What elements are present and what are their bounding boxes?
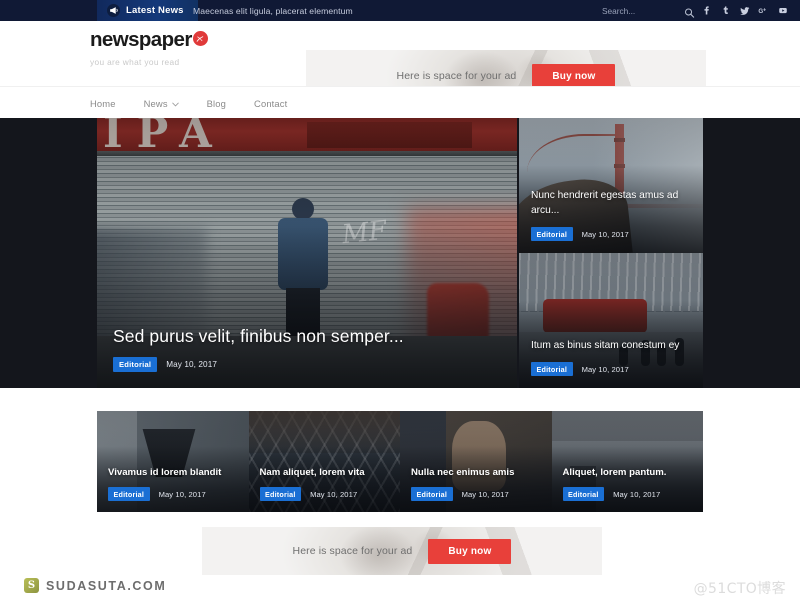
latest-news-text: Latest News [126, 5, 184, 16]
search-field-wrapper[interactable] [592, 0, 697, 21]
article-card-caption-1: Vivamus id lorem blandit Editorial May 1… [108, 467, 241, 501]
nav-label-contact: Contact [254, 97, 288, 109]
category-badge[interactable]: Editorial [108, 487, 150, 501]
article-card-meta-4: Editorial May 10, 2017 [562, 487, 696, 501]
chevron-down-icon [171, 98, 179, 109]
top-bar-right: G+ [592, 0, 800, 21]
buy-now-button-bottom[interactable]: Buy now [428, 538, 512, 564]
site-logo[interactable]: newspaper you are what you read [90, 28, 208, 67]
nav-label-news: News [143, 97, 168, 109]
article-card-2[interactable]: Nam aliquet, lorem vita Editorial May 10… [248, 411, 400, 512]
buy-now-button-top[interactable]: Buy now [532, 63, 616, 89]
watermark-right-text: @51CTO博客 [693, 581, 786, 597]
logo-mark-icon [192, 31, 208, 46]
article-card-title-3[interactable]: Nulla nec enimus amis [411, 467, 544, 479]
search-input[interactable] [592, 0, 697, 21]
hero-section: IPA MF Px Sed purus velit, finibus non s… [0, 118, 800, 388]
nav-item-contact[interactable]: Contact [254, 98, 301, 109]
ad-text: Here is space for your ad [396, 70, 517, 82]
hero-side-article-1[interactable]: Nunc hendrerit egestas amus ad arcu... E… [519, 118, 703, 253]
google-plus-icon[interactable]: G + [754, 0, 773, 21]
youtube-icon[interactable] [773, 0, 792, 21]
publish-date: May 10, 2017 [310, 489, 358, 499]
article-card-grid: Vivamus id lorem blandit Editorial May 1… [97, 411, 703, 512]
hero-title[interactable]: Sed purus velit, finibus non semper... [113, 326, 503, 347]
top-bar: Latest News Maecenas elit ligula, placer… [0, 0, 800, 21]
hero-side-caption-2: Itum as binus sitam conestum ey Editoria… [531, 339, 693, 376]
news-ticker-text[interactable]: Maecenas elit ligula, placerat elementum [193, 0, 353, 21]
svg-text:+: + [763, 8, 766, 14]
article-card-3[interactable]: Nulla nec enimus amis Editorial May 10, … [400, 411, 552, 512]
publish-date: May 10, 2017 [166, 360, 218, 369]
search-icon[interactable] [684, 5, 695, 18]
category-badge[interactable]: Editorial [411, 487, 453, 501]
publish-date: May 10, 2017 [461, 489, 509, 499]
watermark-left: S SUDASUTA.COM [24, 578, 166, 593]
category-badge[interactable]: Editorial [113, 357, 158, 372]
article-card-title-4[interactable]: Aliquet, lorem pantum. [563, 467, 696, 479]
hero-side-column: Nunc hendrerit egestas amus ad arcu... E… [519, 118, 703, 388]
logo-wordmark: newspaper [90, 28, 192, 51]
bottom-ad-banner[interactable]: Here is space for your ad Buy now [202, 527, 602, 575]
article-card-meta-3: Editorial May 10, 2017 [411, 487, 544, 501]
facebook-icon[interactable] [697, 0, 716, 21]
social-links: G + [697, 0, 800, 21]
publish-date: May 10, 2017 [613, 489, 661, 499]
hero-side-article-2[interactable]: Itum as binus sitam conestum ey Editoria… [519, 253, 703, 388]
logo-tagline: you are what you read [90, 56, 180, 67]
article-card-caption-4: Aliquet, lorem pantum. Editorial May 10,… [562, 467, 696, 501]
tumblr-icon[interactable] [716, 0, 735, 21]
nav-items: Home News Blog Contact [90, 87, 315, 119]
publish-date: May 10, 2017 [581, 364, 629, 374]
article-card-caption-3: Nulla nec enimus amis Editorial May 10, … [411, 467, 544, 501]
article-card-title-2[interactable]: Nam aliquet, lorem vita [260, 467, 393, 479]
hero-meta: Editorial May 10, 2017 [113, 357, 503, 372]
article-card-title-1[interactable]: Vivamus id lorem blandit [108, 467, 241, 479]
nav-label-blog: Blog [206, 97, 227, 109]
nav-item-blog[interactable]: Blog [207, 98, 240, 109]
page-root: Latest News Maecenas elit ligula, placer… [0, 0, 800, 607]
category-badge[interactable]: Editorial [259, 487, 302, 501]
megaphone-icon [107, 4, 120, 17]
latest-news-label-block[interactable]: Latest News [97, 0, 198, 21]
article-card-caption-2: Nam aliquet, lorem vita Editorial May 10… [259, 467, 393, 501]
hero-side-meta-1: Editorial May 10, 2017 [531, 227, 693, 241]
category-badge[interactable]: Editorial [562, 487, 605, 501]
sudasuta-logo-icon: S [24, 578, 39, 593]
article-card-4[interactable]: Aliquet, lorem pantum. Editorial May 10,… [551, 411, 703, 512]
hero-side-meta-2: Editorial May 10, 2017 [531, 362, 693, 376]
hero-caption: Sed purus velit, finibus non semper... E… [113, 326, 503, 372]
hero-featured-article[interactable]: IPA MF Px Sed purus velit, finibus non s… [97, 118, 517, 388]
watermark-left-text: SUDASUTA.COM [46, 578, 167, 593]
nav-label-home: Home [90, 97, 116, 109]
article-card-1[interactable]: Vivamus id lorem blandit Editorial May 1… [97, 411, 249, 512]
publish-date: May 10, 2017 [581, 229, 629, 239]
article-card-meta-1: Editorial May 10, 2017 [108, 487, 241, 501]
category-badge[interactable]: Editorial [531, 227, 573, 241]
ad-text: Here is space for your ad [292, 545, 413, 557]
ad-content: Here is space for your ad Buy now [202, 527, 602, 575]
nav-item-news[interactable]: News [144, 98, 193, 109]
logo-row: newspaper [90, 28, 208, 51]
twitter-icon[interactable] [735, 0, 754, 21]
article-card-meta-2: Editorial May 10, 2017 [259, 487, 393, 501]
main-navigation: Home News Blog Contact [0, 86, 800, 120]
publish-date: May 10, 2017 [158, 489, 206, 499]
nav-item-home[interactable]: Home [90, 98, 130, 109]
site-header: newspaper you are what you read Here is … [0, 21, 800, 102]
hero-side-title-2[interactable]: Itum as binus sitam conestum ey [531, 339, 693, 354]
category-badge[interactable]: Editorial [531, 362, 573, 376]
hero-side-caption-1: Nunc hendrerit egestas amus ad arcu... E… [531, 189, 693, 241]
hero-side-title-1[interactable]: Nunc hendrerit egestas amus ad arcu... [531, 189, 693, 219]
